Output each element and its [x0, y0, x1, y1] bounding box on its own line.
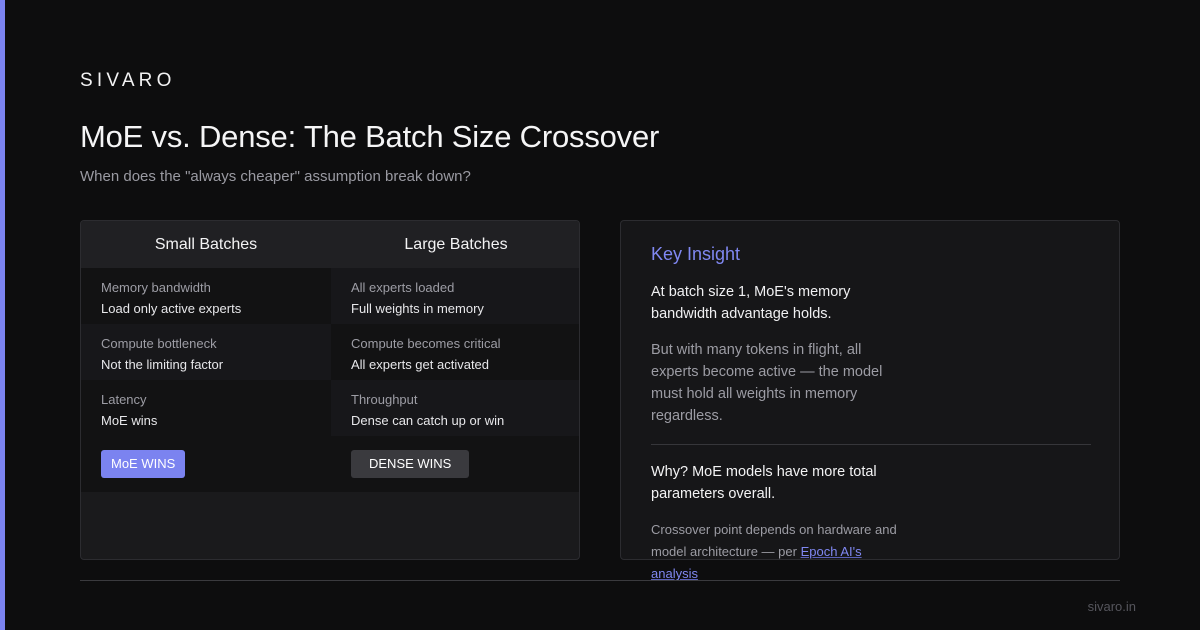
cell-title: All experts loaded [351, 280, 455, 295]
badge-row: DENSE WINS [331, 436, 579, 492]
dense-wins-badge: DENSE WINS [351, 450, 470, 478]
small-batches-header: Small Batches [81, 221, 331, 268]
insight-lead: At batch size 1, MoE's memory bandwidth … [651, 284, 851, 322]
large-batches-column: Large Batches All experts loaded Full we… [331, 221, 579, 492]
cell-title: Compute becomes critical [351, 336, 501, 351]
comparison-cell: Memory bandwidth Load only active expert… [81, 268, 331, 324]
comparison-cell: Compute bottleneck Not the limiting fact… [81, 324, 331, 380]
comparison-cell: Compute becomes critical All experts get… [331, 324, 579, 380]
insight-note: Crossover point depends on hardware and … [651, 519, 911, 585]
comparison-card: Small Batches Memory bandwidth Load only… [80, 220, 580, 560]
page-title: MoE vs. Dense: The Batch Size Crossover [80, 119, 660, 154]
insight-body: But with many tokens in flight, all expe… [651, 342, 883, 424]
comparison-cell: Latency MoE wins [81, 380, 331, 436]
comparison-cell: Throughput Dense can catch up or win [331, 380, 579, 436]
key-insight-card: Key Insight At batch size 1, MoE's memor… [620, 220, 1120, 581]
moe-wins-badge: MoE WINS [101, 450, 186, 478]
footer-domain: sivaro.in [1087, 599, 1136, 614]
cell-title: Memory bandwidth [101, 280, 211, 295]
large-batches-header: Large Batches [331, 221, 579, 268]
page-subtitle: When does the "always cheaper" assumptio… [80, 168, 471, 185]
small-batches-column: Small Batches Memory bandwidth Load only… [81, 221, 331, 492]
cell-description: Load only active experts [101, 301, 242, 316]
insight-why: Why? MoE models have more total paramete… [651, 464, 877, 502]
insight-title: Key Insight [651, 244, 741, 264]
cell-title: Latency [101, 392, 147, 407]
cell-title: Throughput [351, 392, 418, 407]
brand-logo: SIVARO [80, 70, 176, 91]
cell-description: All experts get activated [351, 357, 490, 372]
divider [651, 444, 1091, 445]
accent-bar [0, 0, 5, 630]
footer-divider [80, 580, 1120, 581]
cell-description: Full weights in memory [351, 301, 484, 316]
cell-description: Dense can catch up or win [351, 413, 505, 428]
cell-title: Compute bottleneck [101, 336, 217, 351]
badge-row: MoE WINS [81, 436, 331, 492]
cell-description: Not the limiting factor [101, 357, 224, 372]
cell-description: MoE wins [101, 413, 158, 428]
comparison-cell: All experts loaded Full weights in memor… [331, 268, 579, 324]
